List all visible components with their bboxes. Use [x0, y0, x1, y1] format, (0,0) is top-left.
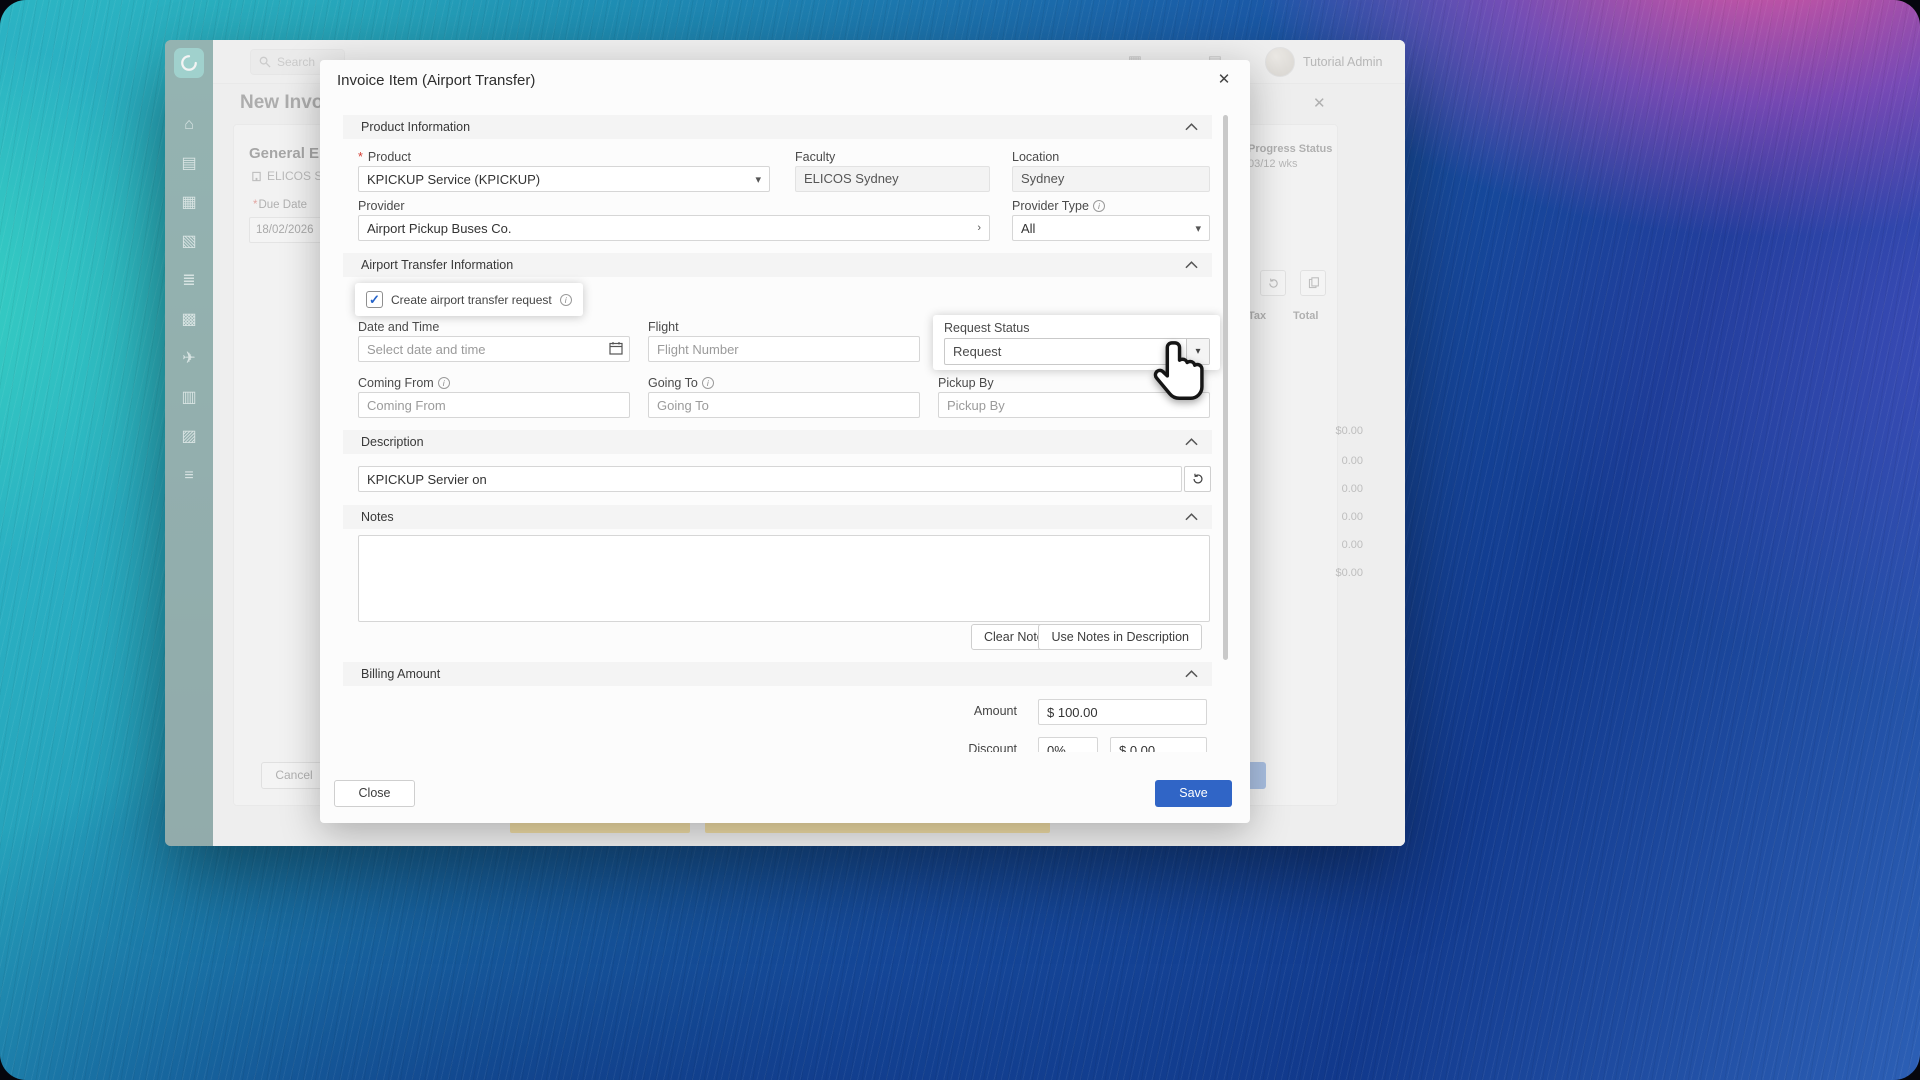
history-icon: [1191, 472, 1205, 486]
provider-type-label-text: Provider Type: [1012, 199, 1089, 213]
section-description[interactable]: Description: [343, 430, 1212, 454]
request-status-value: Request: [945, 339, 1186, 364]
close-icon[interactable]: ✕: [1214, 70, 1234, 90]
faculty-field: Faculty ELICOS Sydney: [795, 150, 990, 192]
info-icon[interactable]: i: [1093, 200, 1105, 212]
section-billing-amount[interactable]: Billing Amount: [343, 662, 1212, 686]
discount-amount-input[interactable]: [1110, 737, 1207, 752]
provider-label: Provider: [358, 199, 990, 213]
chevron-right-icon: ›: [977, 222, 981, 234]
date-time-label: Date and Time: [358, 320, 630, 334]
chevron-down-icon: ▾: [1195, 222, 1201, 235]
coming-from-label-text: Coming From: [358, 376, 434, 390]
modal-scrollbar[interactable]: [1223, 115, 1228, 660]
chevron-up-icon[interactable]: [1185, 261, 1198, 269]
request-status-label: Request Status: [944, 321, 1029, 335]
faculty-value: ELICOS Sydney: [795, 166, 990, 192]
section-title: Airport Transfer Information: [361, 258, 1185, 272]
create-transfer-request-highlight: ✓ Create airport transfer request i: [355, 283, 583, 316]
section-title: Product Information: [361, 120, 1185, 134]
info-icon[interactable]: i: [702, 377, 714, 389]
description-history-button[interactable]: [1184, 466, 1211, 492]
pickup-by-input[interactable]: [938, 392, 1210, 418]
invoice-item-modal: Invoice Item (Airport Transfer) ✕ Produc…: [320, 60, 1250, 823]
location-label: Location: [1012, 150, 1210, 164]
section-title: Description: [361, 435, 1185, 449]
going-to-field: Going To i: [648, 376, 920, 418]
flight-field: Flight: [648, 320, 920, 362]
location-value: Sydney: [1012, 166, 1210, 192]
section-title: Billing Amount: [361, 667, 1185, 681]
location-field: Location Sydney: [1012, 150, 1210, 192]
request-status-select[interactable]: Request ▾: [944, 338, 1210, 365]
provider-type-select[interactable]: All ▾: [1012, 215, 1210, 241]
app-window: ⌂ ▤ ▦ ▧ ≣ ▩ ✈ ▥ ▨ ≡ Search ▦ ▤ Tutorial …: [165, 40, 1405, 846]
combo-caret-button[interactable]: ▾: [1186, 339, 1209, 364]
provider-select[interactable]: Airport Pickup Buses Co. ›: [358, 215, 990, 241]
modal-close-button[interactable]: Close: [334, 780, 415, 807]
product-field: Product KPICKUP Service (KPICKUP) ▾: [358, 150, 770, 192]
provider-value: Airport Pickup Buses Co.: [367, 221, 977, 236]
chevron-up-icon[interactable]: [1185, 670, 1198, 678]
product-label: Product: [358, 150, 770, 164]
amount-input[interactable]: [1038, 699, 1207, 725]
product-select[interactable]: KPICKUP Service (KPICKUP) ▾: [358, 166, 770, 192]
pickup-by-label: Pickup By: [938, 376, 1210, 390]
chevron-up-icon[interactable]: [1185, 438, 1198, 446]
create-transfer-request-label: Create airport transfer request: [391, 293, 552, 307]
chevron-up-icon[interactable]: [1185, 123, 1198, 131]
amount-label: Amount: [920, 704, 1017, 718]
provider-type-field: Provider Type i All ▾: [1012, 199, 1210, 241]
chevron-down-icon: ▾: [755, 173, 761, 186]
notes-textarea[interactable]: [358, 535, 1210, 622]
coming-from-input[interactable]: [358, 392, 630, 418]
info-icon[interactable]: i: [438, 377, 450, 389]
provider-type-value: All: [1021, 221, 1195, 236]
provider-type-label: Provider Type i: [1012, 199, 1210, 213]
section-airport-transfer-information[interactable]: Airport Transfer Information: [343, 253, 1212, 277]
discount-label: Discount: [920, 742, 1017, 752]
use-notes-in-description-button[interactable]: Use Notes in Description: [1038, 624, 1202, 650]
modal-title: Invoice Item (Airport Transfer): [337, 60, 535, 100]
save-button[interactable]: Save: [1155, 780, 1232, 807]
coming-from-field: Coming From i: [358, 376, 630, 418]
flight-label: Flight: [648, 320, 920, 334]
description-input[interactable]: [358, 466, 1182, 492]
flight-input[interactable]: [648, 336, 920, 362]
desktop: ⌂ ▤ ▦ ▧ ≣ ▩ ✈ ▥ ▨ ≡ Search ▦ ▤ Tutorial …: [0, 0, 1920, 1080]
product-value: KPICKUP Service (KPICKUP): [367, 172, 755, 187]
pickup-by-field: Pickup By: [938, 376, 1210, 418]
calendar-icon[interactable]: [609, 341, 623, 355]
coming-from-label: Coming From i: [358, 376, 630, 390]
discount-percent-input[interactable]: [1038, 737, 1098, 752]
faculty-label: Faculty: [795, 150, 990, 164]
section-notes[interactable]: Notes: [343, 505, 1212, 529]
going-to-label-text: Going To: [648, 376, 698, 390]
section-product-information[interactable]: Product Information: [343, 115, 1212, 139]
date-time-input[interactable]: [358, 336, 630, 362]
info-icon[interactable]: i: [560, 294, 572, 306]
modal-content: Product Information Product KPICKUP Serv…: [320, 100, 1250, 752]
chevron-up-icon[interactable]: [1185, 513, 1198, 521]
create-transfer-request-checkbox[interactable]: ✓: [366, 291, 383, 308]
request-status-highlight: Request Status Request ▾: [933, 315, 1220, 370]
provider-field: Provider Airport Pickup Buses Co. ›: [358, 199, 990, 241]
chevron-down-icon: ▾: [1195, 346, 1200, 357]
going-to-label: Going To i: [648, 376, 920, 390]
section-title: Notes: [361, 510, 1185, 524]
date-time-field: Date and Time: [358, 320, 630, 362]
going-to-input[interactable]: [648, 392, 920, 418]
